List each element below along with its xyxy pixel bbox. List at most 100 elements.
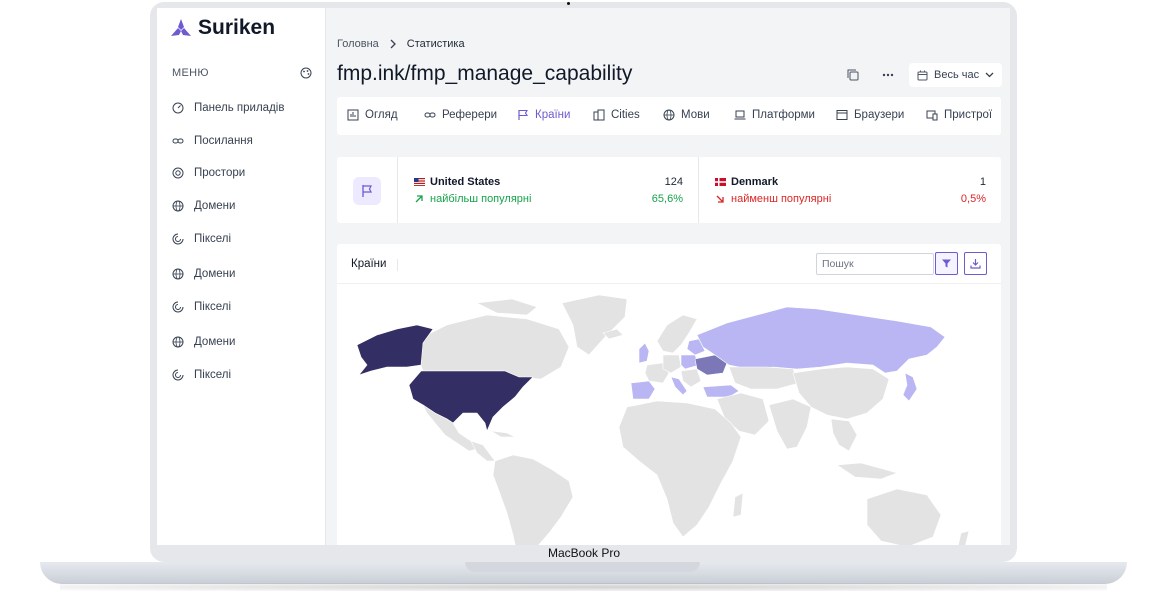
stat-most-popular: United States 124 найбільш популярні 65,… bbox=[414, 176, 683, 205]
palette-icon[interactable] bbox=[300, 67, 312, 79]
download-icon bbox=[970, 259, 981, 269]
tab-referrers[interactable]: Реферери bbox=[424, 109, 497, 121]
map-country-balkans[interactable] bbox=[680, 368, 702, 388]
stat-country-name: Denmark bbox=[731, 176, 779, 188]
sidebar-item-pixels[interactable]: Пікселі bbox=[172, 369, 231, 381]
sidebar-item-label: Пікселі bbox=[194, 233, 232, 245]
stats-summary: United States 124 найбільш популярні 65,… bbox=[337, 157, 1001, 223]
browser-icon bbox=[836, 110, 848, 120]
pixel-icon bbox=[172, 301, 184, 313]
sidebar-item-links[interactable]: Посилання bbox=[172, 135, 253, 147]
map-country-canada-islands[interactable] bbox=[475, 298, 538, 316]
stat-divider bbox=[397, 157, 398, 223]
date-range-select[interactable]: Весь час bbox=[909, 63, 1003, 87]
device-label: MacBook Pro bbox=[548, 546, 621, 560]
logo[interactable]: Suriken bbox=[171, 16, 275, 40]
tab-label: Платформи bbox=[752, 109, 815, 121]
tab-label: Мови bbox=[681, 109, 710, 121]
tab-countries[interactable]: Країни bbox=[517, 109, 570, 121]
sidebar-item-label: Пікселі bbox=[194, 301, 232, 313]
map-country-spain[interactable] bbox=[630, 380, 656, 400]
filter-button[interactable] bbox=[935, 252, 958, 275]
tab-platforms[interactable]: Платформи bbox=[734, 109, 815, 121]
download-button[interactable] bbox=[964, 252, 987, 275]
map-country-australia[interactable] bbox=[866, 488, 942, 545]
flag-icon bbox=[362, 185, 372, 197]
map-country-se-asia[interactable] bbox=[830, 418, 858, 452]
map-country-kazakhstan[interactable] bbox=[728, 366, 800, 390]
more-options-button[interactable] bbox=[877, 64, 899, 86]
sidebar-item-label: Панель приладів bbox=[194, 102, 285, 114]
map-country-india[interactable] bbox=[768, 398, 812, 450]
map-country-south-america[interactable] bbox=[492, 454, 574, 545]
laptop-notch bbox=[465, 562, 700, 572]
search-input[interactable] bbox=[816, 253, 934, 275]
sidebar-item-domains[interactable]: Домени bbox=[172, 336, 235, 348]
sidebar-item-label: Домени bbox=[194, 268, 236, 280]
stat-caption: найменш популярні bbox=[731, 193, 832, 205]
breadcrumb-home[interactable]: Головна bbox=[337, 38, 379, 50]
tab-label: Cities bbox=[611, 109, 640, 121]
camera-dot bbox=[567, 2, 570, 5]
date-range-label: Весь час bbox=[934, 69, 980, 81]
devices-icon bbox=[926, 110, 938, 121]
map-country-cuba[interactable] bbox=[490, 430, 516, 438]
copy-button[interactable] bbox=[842, 64, 864, 86]
map-country-africa[interactable] bbox=[618, 400, 742, 538]
map-panel-title: Країни bbox=[351, 258, 387, 270]
stat-divider bbox=[698, 157, 699, 223]
stat-caption: найбільш популярні bbox=[430, 193, 532, 205]
stat-percent: 65,6% bbox=[651, 193, 683, 205]
map-country-russia[interactable] bbox=[696, 306, 946, 374]
map-country-uk[interactable] bbox=[638, 342, 650, 364]
sidebar-item-dashboard[interactable]: Панель приладів bbox=[172, 102, 284, 114]
tab-overview[interactable]: Огляд bbox=[347, 109, 398, 121]
map-country-usa[interactable] bbox=[408, 370, 534, 432]
more-horizontal-icon bbox=[882, 73, 894, 77]
main-content: Головна Статистика fmp.ink/fmp_manage_ca… bbox=[326, 8, 1010, 545]
tab-label: Країни bbox=[535, 109, 571, 121]
target-icon bbox=[172, 167, 184, 179]
sidebar-item-domains[interactable]: Домени bbox=[172, 268, 235, 280]
menu-header: МЕНЮ bbox=[172, 67, 312, 79]
bar-chart-icon bbox=[347, 109, 359, 121]
chevron-right-icon bbox=[390, 39, 396, 49]
screen: Suriken МЕНЮ Панель приладів Посилання П… bbox=[157, 8, 1010, 545]
map-country-canada[interactable] bbox=[416, 314, 570, 380]
globe-icon bbox=[172, 268, 184, 280]
sidebar-item-label: Домени bbox=[194, 200, 236, 212]
map-country-greenland[interactable] bbox=[561, 294, 628, 356]
tab-label: Пристрої bbox=[944, 109, 993, 121]
breadcrumb: Головна Статистика bbox=[337, 38, 465, 50]
link-icon bbox=[424, 112, 436, 118]
sidebar-item-spaces[interactable]: Простори bbox=[172, 167, 245, 179]
sidebar-item-domains[interactable]: Домени bbox=[172, 200, 235, 212]
map-country-central-america[interactable] bbox=[470, 440, 496, 462]
sidebar-item-pixels[interactable]: Пікселі bbox=[172, 233, 231, 245]
chevron-down-icon bbox=[985, 72, 994, 78]
stat-percent: 0,5% bbox=[960, 193, 986, 205]
menu-title: МЕНЮ bbox=[172, 67, 209, 79]
city-icon bbox=[593, 109, 605, 121]
map-country-japan[interactable] bbox=[902, 372, 918, 402]
tab-languages[interactable]: Мови bbox=[663, 109, 710, 121]
dashboard-icon bbox=[172, 102, 184, 114]
tab-devices[interactable]: Пристрої bbox=[926, 109, 992, 121]
calendar-icon bbox=[917, 70, 928, 80]
tab-cities[interactable]: Cities bbox=[593, 109, 640, 121]
sidebar-item-pixels[interactable]: Пікселі bbox=[172, 301, 231, 313]
map-country-madagascar[interactable] bbox=[732, 492, 744, 518]
laptop-shadow bbox=[60, 583, 1107, 591]
title-separator bbox=[397, 259, 398, 271]
stats-tabs: Огляд Реферери Країни Cities Мови Платфо… bbox=[337, 97, 1001, 135]
globe-icon bbox=[172, 200, 184, 212]
map-country-indonesia[interactable] bbox=[836, 462, 898, 480]
stat-least-popular: Denmark 1 найменш популярні 0,5% bbox=[715, 176, 986, 205]
world-map[interactable] bbox=[337, 285, 1001, 545]
pixel-icon bbox=[172, 369, 184, 381]
map-country-germany[interactable] bbox=[662, 354, 682, 374]
sidebar-item-label: Пікселі bbox=[194, 369, 232, 381]
map-country-new-zealand[interactable] bbox=[957, 530, 970, 545]
tab-browsers[interactable]: Браузери bbox=[836, 109, 904, 121]
breadcrumb-current: Статистика bbox=[406, 38, 465, 50]
